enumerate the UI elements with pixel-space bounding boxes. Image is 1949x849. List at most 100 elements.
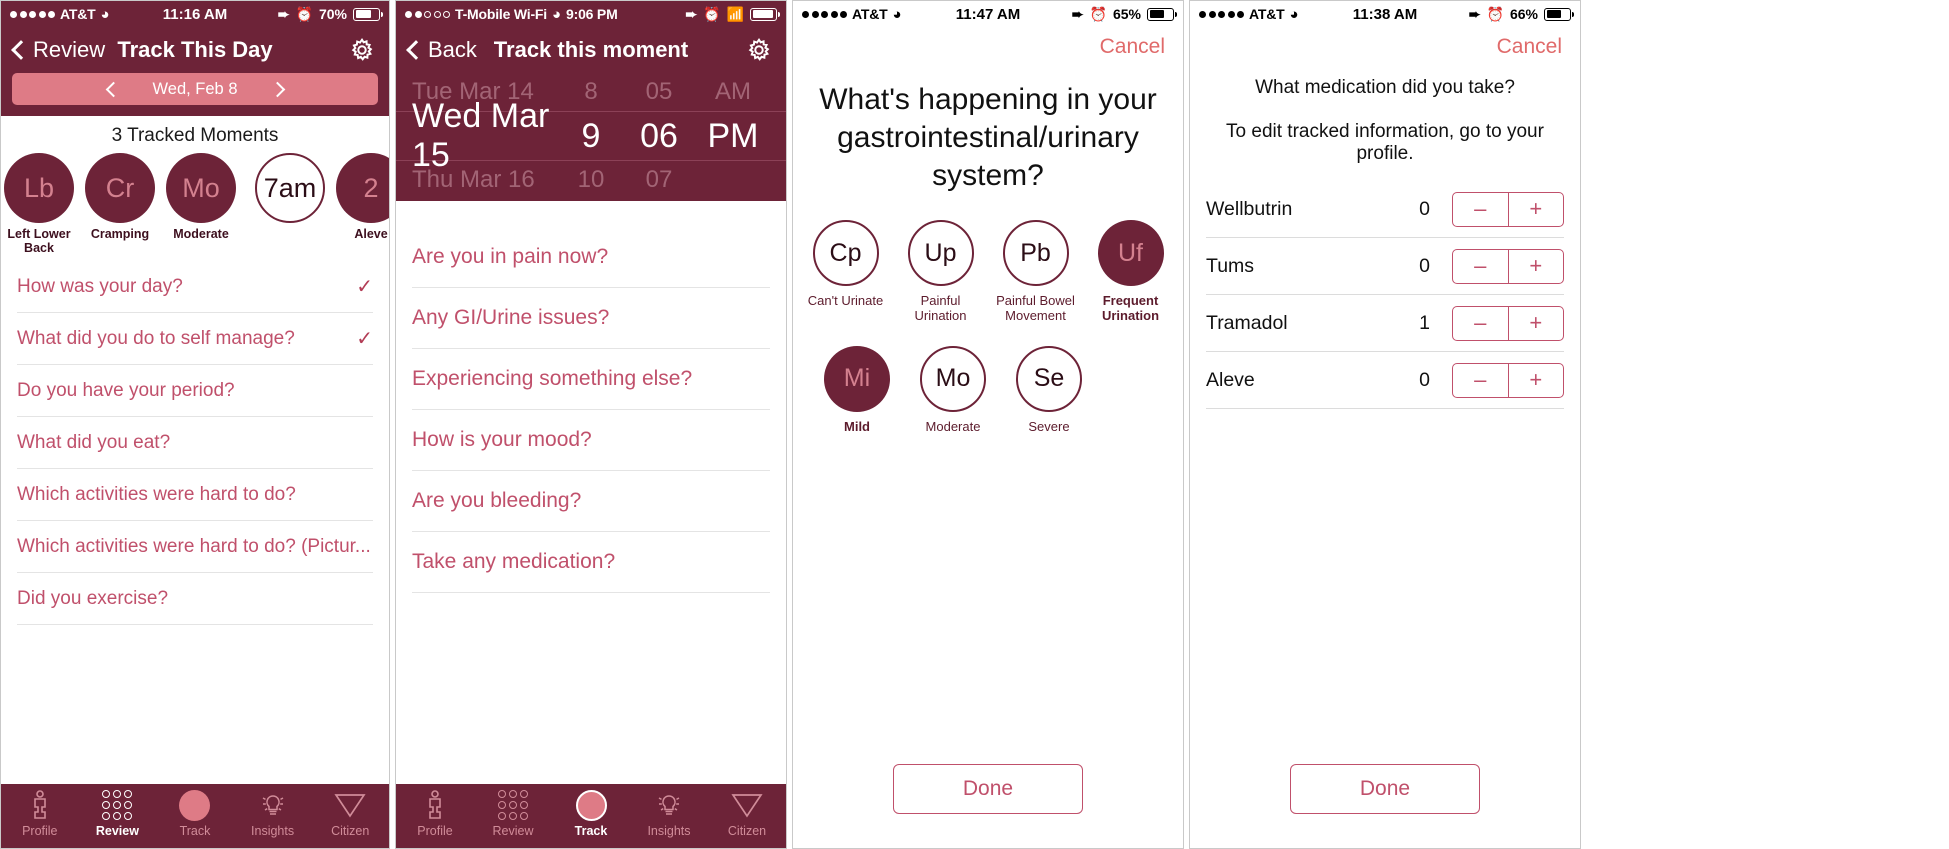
quantity-stepper[interactable]: – + [1452,362,1564,398]
tracked-bubble[interactable]: Cr Cramping [84,153,156,241]
tracked-bubble[interactable]: Mo Moderate [165,153,237,241]
tracked-bubble[interactable]: Lb Left Lower Back [3,153,75,256]
list-item[interactable]: Experiencing something else? [412,349,770,410]
list-item[interactable]: Did you exercise? [17,573,373,625]
question-label: What did you do to self manage? [17,327,295,349]
chevron-right-icon[interactable] [269,81,285,97]
person-icon [424,788,446,822]
picker-row[interactable]: Tue Mar 14 8 05 AM [396,73,786,111]
back-button[interactable]: Back [406,37,477,63]
list-item[interactable]: Which activities were hard to do? [17,469,373,521]
panel1-body: 3 Tracked Moments Lb Left Lower Back Cr … [1,116,389,784]
symptom-option[interactable]: Pb Painful Bowel Movement [996,220,1076,323]
question-label: Did you exercise? [17,587,169,609]
symptom-initials: Cp [812,220,879,287]
symptom-option[interactable]: Cp Can't Urinate [806,220,886,323]
table-row: Aleve 0 – + [1206,352,1564,409]
symptom-option[interactable]: Up Painful Urination [901,220,981,323]
done-button[interactable]: Done [893,764,1083,814]
increment-button[interactable]: + [1509,193,1564,226]
list-item[interactable]: Are you in pain now? [412,227,770,288]
datetime-picker[interactable]: Tue Mar 14 8 05 AM Wed Mar 15 9 06 PM Th… [396,73,786,201]
decrement-button[interactable]: – [1453,192,1509,226]
increment-button[interactable]: + [1509,307,1564,340]
done-button[interactable]: Done [1290,764,1480,814]
picker-row[interactable]: Thu Mar 16 10 07 [396,161,786,199]
picker-hour: 8 [584,78,598,105]
increment-button[interactable]: + [1509,250,1564,283]
tracked-bubble-time[interactable]: 7am [254,153,326,227]
list-item[interactable]: Any GI/Urine issues? [412,288,770,349]
tab-bar: Profile Review Track Insights Citizen [396,784,786,848]
picker-row-selected[interactable]: Wed Mar 15 9 06 PM [396,97,786,174]
symptom-initials: Pb [1002,220,1069,287]
wifi-icon: ◕ [551,5,562,23]
back-button[interactable]: Review [11,37,106,63]
list-item[interactable]: Are you bleeding? [412,471,770,532]
back-button-label: Review [33,37,106,62]
list-item[interactable]: Take any medication? [412,532,770,593]
tracked-bubbles-row: Lb Left Lower Back Cr Cramping Mo Modera… [1,153,389,261]
list-item[interactable]: Do you have your period? [17,365,373,417]
bubble-initials: Cr [85,153,155,223]
phone-screen-medication: AT&T ◕ 11:38 AM ➨ ⏰ 66% Cancel What medi… [1189,0,1581,849]
tab-insights[interactable]: Insights [234,788,312,838]
list-item[interactable]: What did you eat? [17,417,373,469]
status-bar: AT&T ◕ 11:38 AM ➨ ⏰ 66% [1190,1,1580,27]
tab-citizen[interactable]: Citizen [708,788,786,838]
decrement-button[interactable]: – [1453,306,1509,340]
battery-icon [1147,7,1177,21]
severity-option[interactable]: Mo Moderate [913,345,993,434]
question-label: Experiencing something else? [412,367,693,390]
dot-grid-icon [498,788,528,822]
bluetooth-icon: 📶 [726,5,744,22]
gear-icon[interactable] [745,36,773,64]
tab-label: Review [492,824,534,838]
location-arrow-icon: ➨ [685,5,698,22]
severity-option-selected[interactable]: Mi Mild [817,345,897,434]
done-row: Done [1190,764,1580,848]
location-arrow-icon: ➨ [277,5,290,22]
quantity-stepper[interactable]: – + [1452,191,1564,227]
list-item[interactable]: What did you do to self manage? ✓ [17,313,373,365]
severity-grid-row2: Mi Mild Mo Moderate Se Severe [793,324,1183,434]
tab-profile[interactable]: Profile [1,788,79,838]
symptom-initials: Up [907,220,974,287]
severity-initials: Se [1016,345,1082,412]
carrier-label: AT&T [1249,6,1285,22]
tab-citizen[interactable]: Citizen [311,788,389,838]
tab-label: Profile [22,824,58,838]
person-icon [29,788,51,822]
chevron-left-icon[interactable] [105,81,121,97]
gear-icon[interactable] [348,36,376,64]
quantity-stepper[interactable]: – + [1452,305,1564,341]
symptom-option-selected[interactable]: Uf Frequent Urination [1091,220,1171,323]
tab-profile[interactable]: Profile [396,788,474,838]
tab-label: Insights [647,824,691,838]
list-item[interactable]: How is your mood? [412,410,770,471]
severity-option[interactable]: Se Severe [1009,345,1089,434]
medication-name: Tums [1206,254,1255,277]
tab-review[interactable]: Review [79,788,157,838]
cancel-button[interactable]: Cancel [1100,35,1165,59]
medication-list: Wellbutrin 0 – + Tums 0 – + Tramadol 1 –… [1190,181,1580,409]
tracked-bubble[interactable]: 2 Aleve [335,153,389,241]
decrement-button[interactable]: – [1453,249,1509,283]
question-list: How was your day? ✓ What did you do to se… [1,261,389,625]
increment-button[interactable]: + [1509,364,1564,397]
back-button-label: Back [428,37,477,62]
tab-track[interactable]: Track [552,788,630,838]
battery-icon [750,7,780,21]
quantity-stepper[interactable]: – + [1452,248,1564,284]
date-selector[interactable]: Wed, Feb 8 [12,73,378,105]
tab-track[interactable]: Track [156,788,234,838]
list-item[interactable]: How was your day? ✓ [17,261,373,313]
bubble-initials: 2 [336,153,389,223]
chevron-left-icon [11,40,31,60]
cancel-button[interactable]: Cancel [1497,35,1562,59]
tab-insights[interactable]: Insights [630,788,708,838]
list-item[interactable]: Which activities were hard to do? (Pictu… [17,521,373,573]
tab-review[interactable]: Review [474,788,552,838]
status-right: ➨ ⏰ 70% [277,5,383,23]
decrement-button[interactable]: – [1453,363,1509,397]
